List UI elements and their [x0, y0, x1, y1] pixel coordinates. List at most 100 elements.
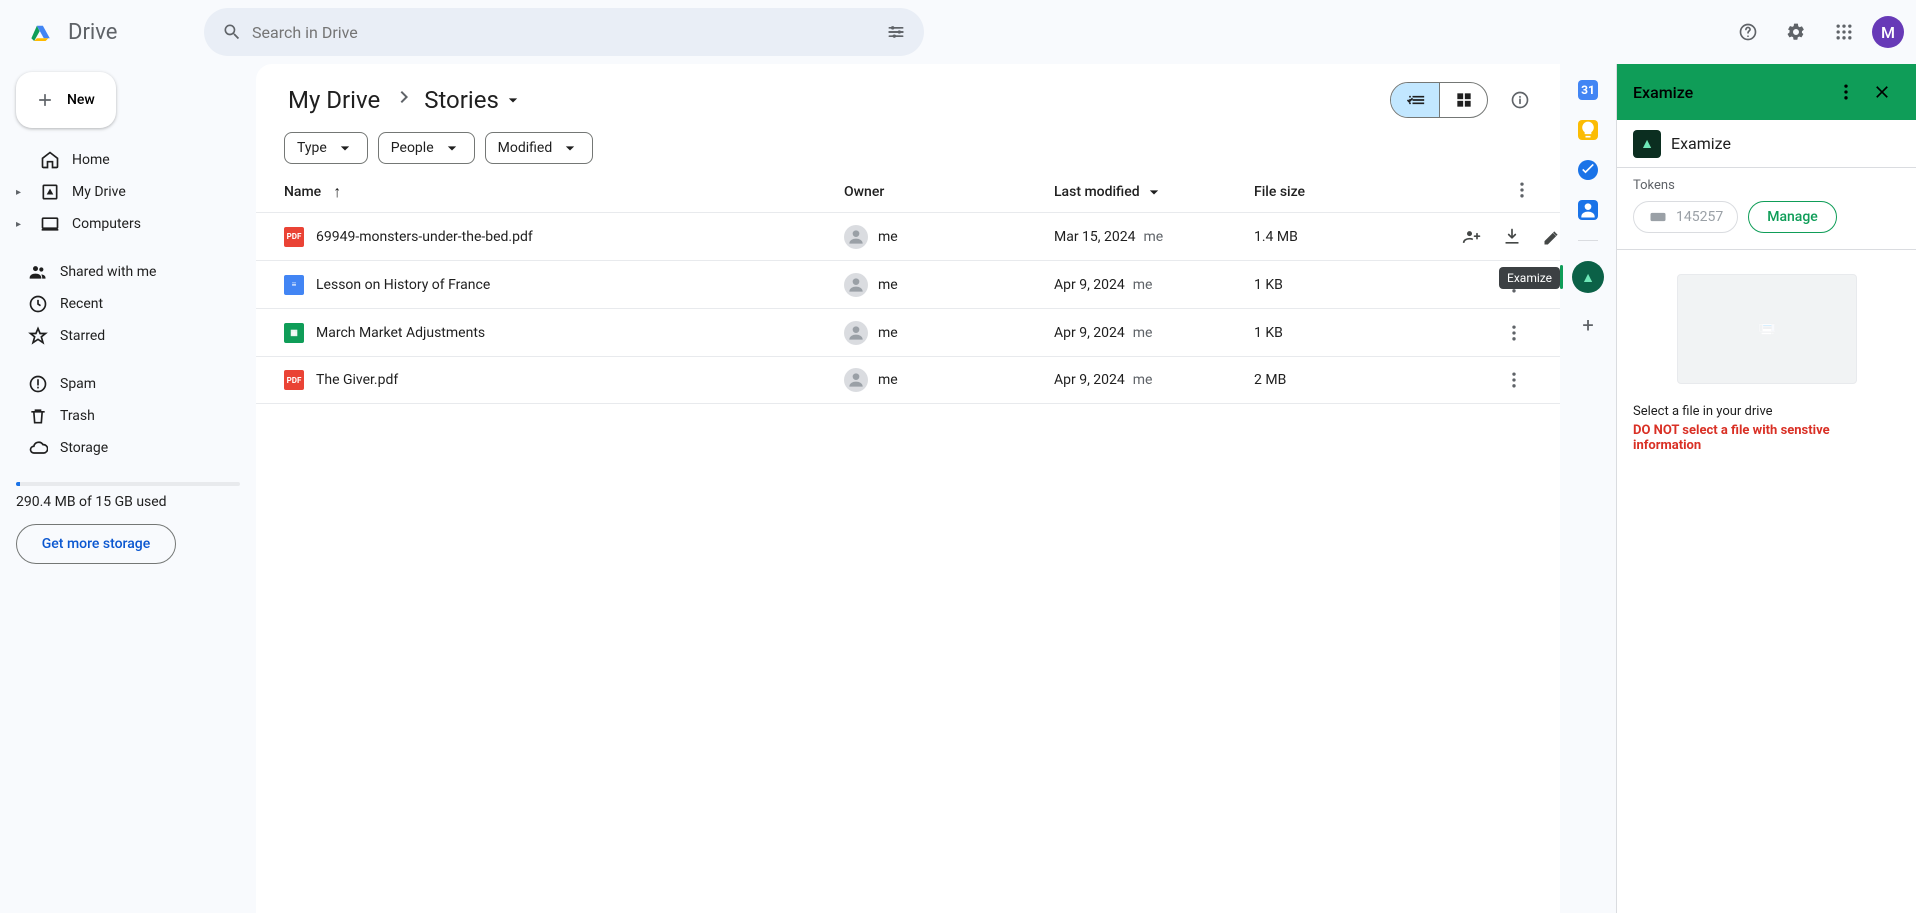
trash-icon: [28, 406, 48, 426]
search-input[interactable]: [252, 23, 876, 42]
expand-icon[interactable]: ▸: [16, 187, 28, 198]
examize-more-icon[interactable]: [1828, 74, 1864, 110]
nav-storage[interactable]: Storage: [16, 432, 240, 464]
owner-avatar-icon: [844, 225, 868, 249]
owner-avatar-icon: [844, 273, 868, 297]
row-more-icon[interactable]: [1496, 315, 1532, 351]
new-button[interactable]: New: [16, 72, 116, 128]
sort-ascending-icon: ↑: [333, 182, 341, 202]
dropdown-icon: [503, 90, 523, 110]
account-avatar[interactable]: M: [1872, 16, 1904, 48]
owner-text: me: [878, 325, 898, 341]
recent-icon: [28, 294, 48, 314]
side-app-keep[interactable]: [1578, 120, 1598, 140]
dropdown-icon: [442, 138, 462, 158]
side-app-calendar[interactable]: 31: [1578, 80, 1598, 100]
owner-avatar-icon: [844, 368, 868, 392]
settings-icon[interactable]: [1776, 12, 1816, 52]
side-app-contacts[interactable]: [1578, 200, 1598, 220]
column-header-modified[interactable]: Last modified: [1054, 182, 1254, 202]
file-size: 1 KB: [1254, 325, 1454, 341]
expand-icon[interactable]: ▸: [16, 219, 28, 230]
examize-subtitle: Examize: [1671, 134, 1731, 153]
file-row[interactable]: PDF The Giver.pdf me Apr 9, 2024 me 2 MB: [256, 356, 1560, 404]
get-more-storage-button[interactable]: Get more storage: [16, 524, 176, 564]
computers-icon: [40, 214, 60, 234]
drive-logo-block[interactable]: Drive: [8, 12, 204, 52]
nav-trash[interactable]: Trash: [16, 400, 240, 432]
owner-text: me: [878, 372, 898, 388]
nav-home[interactable]: Home: [16, 144, 240, 176]
download-icon[interactable]: [1494, 219, 1530, 255]
app-title: Drive: [68, 20, 117, 45]
file-size: 2 MB: [1254, 372, 1454, 388]
nav-computers[interactable]: ▸Computers: [16, 208, 240, 240]
rename-icon[interactable]: [1534, 219, 1560, 255]
nav-starred[interactable]: Starred: [16, 320, 240, 352]
file-name: The Giver.pdf: [316, 372, 398, 388]
owner-text: me: [878, 229, 898, 245]
manage-tokens-button[interactable]: Manage: [1748, 201, 1837, 233]
search-icon[interactable]: [212, 12, 252, 52]
side-app-examize[interactable]: ▲: [1572, 261, 1604, 293]
cloud-icon: [28, 438, 48, 458]
modified-by: me: [1133, 277, 1153, 293]
column-header-owner[interactable]: Owner: [844, 184, 1054, 200]
drive-logo-icon: [20, 12, 60, 52]
nav-recent[interactable]: Recent: [16, 288, 240, 320]
nav-spam[interactable]: Spam: [16, 368, 240, 400]
help-icon[interactable]: [1728, 12, 1768, 52]
file-name: Lesson on History of France: [316, 277, 490, 293]
doc-file-icon: ≡: [284, 275, 304, 295]
chevron-right-icon: [392, 85, 416, 115]
search-bar[interactable]: [204, 8, 924, 56]
modified-date: Mar 15, 2024: [1054, 229, 1136, 245]
tokens-count: 145257: [1633, 201, 1738, 233]
breadcrumb-root[interactable]: My Drive: [284, 84, 384, 116]
spam-icon: [28, 374, 48, 394]
column-header-size[interactable]: File size: [1254, 184, 1454, 200]
file-row[interactable]: ≡Lesson on History of France me Apr 9, 2…: [256, 260, 1560, 308]
dropdown-icon: [1144, 182, 1164, 202]
side-add-button[interactable]: +: [1582, 313, 1593, 337]
file-name: March Market Adjustments: [316, 325, 485, 341]
sheet-file-icon: ▦: [284, 323, 304, 343]
star-icon: [28, 326, 48, 346]
column-header-name[interactable]: Name↑: [284, 182, 844, 202]
nav-my-drive[interactable]: ▸My Drive: [16, 176, 240, 208]
nav-shared[interactable]: Shared with me: [16, 256, 240, 288]
new-button-label: New: [67, 92, 95, 108]
filter-type-chip[interactable]: Type: [284, 132, 368, 164]
my-drive-icon: [40, 182, 60, 202]
examize-illustration: [1677, 274, 1857, 384]
storage-progress: [16, 482, 240, 486]
grid-view-button[interactable]: [1439, 83, 1487, 117]
modified-date: Apr 9, 2024: [1054, 372, 1125, 388]
side-app-tasks[interactable]: [1578, 160, 1598, 180]
file-row[interactable]: ▦March Market Adjustments me Apr 9, 2024…: [256, 308, 1560, 356]
modified-by: me: [1144, 229, 1164, 245]
tokens-label: Tokens: [1633, 178, 1900, 193]
file-size: 1.4 MB: [1254, 229, 1454, 245]
row-more-icon[interactable]: [1496, 362, 1532, 398]
search-options-icon[interactable]: [876, 12, 916, 52]
examize-close-icon[interactable]: [1864, 74, 1900, 110]
pdf-file-icon: PDF: [284, 370, 304, 390]
breadcrumb-current[interactable]: Stories: [424, 86, 523, 114]
apps-grid-icon[interactable]: [1824, 12, 1864, 52]
info-icon[interactable]: [1500, 80, 1540, 120]
file-row[interactable]: PDF69949-monsters-under-the-bed.pdf me M…: [256, 212, 1560, 260]
dropdown-icon: [560, 138, 580, 158]
list-view-button[interactable]: [1391, 83, 1439, 117]
ticket-icon: [1648, 207, 1668, 227]
share-icon[interactable]: [1454, 219, 1490, 255]
modified-by: me: [1133, 372, 1153, 388]
filter-modified-chip[interactable]: Modified: [485, 132, 594, 164]
side-divider: [1578, 240, 1598, 241]
column-options-icon[interactable]: [1512, 180, 1532, 204]
filter-people-chip[interactable]: People: [378, 132, 475, 164]
examize-logo-icon: ▲: [1633, 130, 1661, 158]
examize-tooltip: Examize: [1499, 267, 1560, 289]
examize-header-title: Examize: [1633, 83, 1693, 102]
storage-usage-text: 290.4 MB of 15 GB used: [16, 494, 240, 510]
